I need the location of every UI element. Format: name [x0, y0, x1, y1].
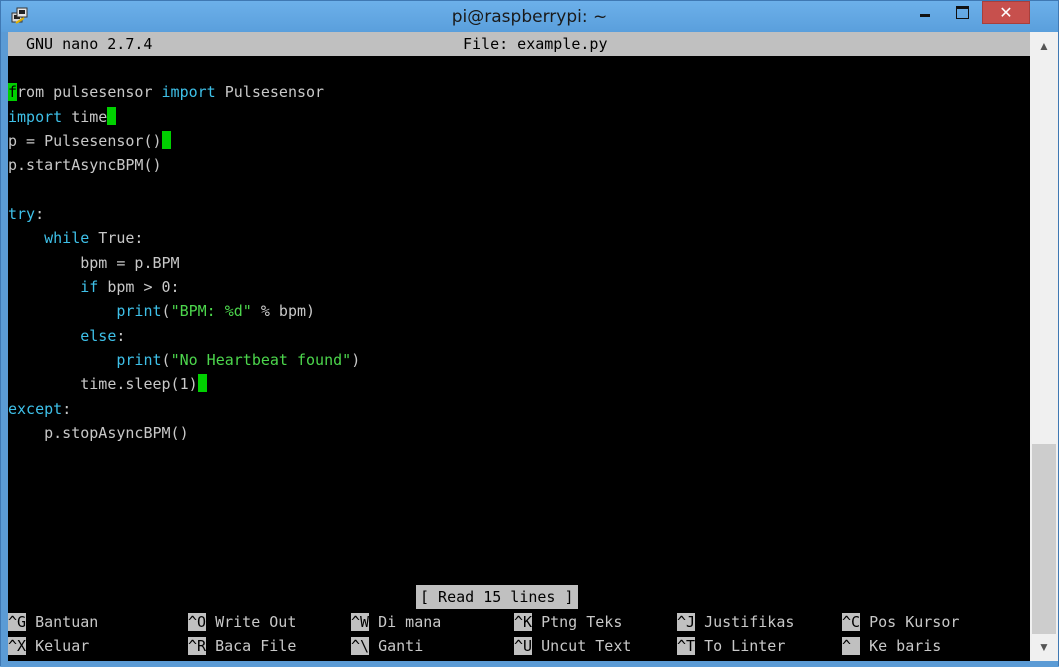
nano-filename: File: example.py	[463, 35, 608, 53]
maximize-icon	[956, 6, 969, 19]
shortcut-item[interactable]: ^\ Ganti	[351, 634, 423, 658]
shortcut-item[interactable]: ^ Ke baris	[842, 634, 941, 658]
shortcut-item[interactable]: ^J Justifikas	[677, 610, 794, 634]
shortcut-item[interactable]: ^R Baca File	[188, 634, 296, 658]
code-line: try:	[8, 205, 45, 223]
trailing-whitespace-marker	[161, 131, 171, 149]
vertical-scrollbar[interactable]: ▲ ▼	[1030, 32, 1058, 661]
shortcut-item[interactable]: ^U Uncut Text	[514, 634, 631, 658]
shortcut-item[interactable]: ^W Di mana	[351, 610, 441, 634]
code-line: print("BPM: %d" % bpm)	[116, 302, 316, 320]
close-icon: ✕	[999, 3, 1013, 22]
code-line: import time	[8, 105, 117, 129]
nano-version: GNU nano 2.7.4	[26, 35, 153, 53]
trailing-whitespace-marker	[107, 107, 117, 125]
shortcut-item[interactable]: ^X Keluar	[8, 634, 89, 658]
minimize-button[interactable]	[908, 1, 942, 23]
title-bar[interactable]: pi@raspberrypi: ~ ✕	[1, 1, 1058, 32]
window-border	[1, 661, 1058, 667]
code-line: else:	[80, 327, 126, 345]
minimize-icon	[920, 14, 930, 17]
shortcut-item[interactable]: ^C Pos Kursor	[842, 610, 959, 634]
nano-header: GNU nano 2.7.4 File: example.py	[8, 32, 1030, 56]
code-line: print("No Heartbeat found")	[116, 351, 361, 369]
shortcut-item[interactable]: ^G Bantuan	[8, 610, 98, 634]
code-line: while True:	[44, 229, 144, 247]
scrollbar-thumb[interactable]	[1032, 444, 1056, 634]
code-line: except:	[8, 400, 72, 418]
scroll-up-icon[interactable]: ▲	[1030, 32, 1058, 60]
code-line: from pulsesensor import Pulsesensor	[8, 83, 325, 101]
text-cursor: f	[8, 83, 18, 101]
code-line: if bpm > 0:	[80, 278, 180, 296]
code-line: p = Pulsesensor()	[8, 129, 171, 153]
terminal-window: pi@raspberrypi: ~ ✕ GNU nano 2.7.4 File:…	[0, 0, 1059, 667]
shortcut-item[interactable]: ^T To Linter	[677, 634, 785, 658]
close-button[interactable]: ✕	[982, 1, 1030, 24]
shortcut-item[interactable]: ^O Write Out	[188, 610, 296, 634]
code-line: time.sleep(1)	[8, 372, 207, 396]
window-title: pi@raspberrypi: ~	[451, 7, 608, 27]
maximize-button[interactable]	[945, 1, 979, 23]
nano-editor[interactable]: GNU nano 2.7.4 File: example.py from pul…	[8, 32, 1030, 661]
shortcut-item[interactable]: ^K Ptng Teks	[514, 610, 622, 634]
code-line: p.stopAsyncBPM()	[8, 424, 189, 442]
status-message: [ Read 15 lines ]	[416, 585, 578, 609]
code-line: bpm = p.BPM	[8, 254, 180, 272]
scroll-down-icon[interactable]: ▼	[1030, 633, 1058, 661]
trailing-whitespace-marker	[197, 374, 207, 392]
code-line: p.startAsyncBPM()	[8, 156, 162, 174]
